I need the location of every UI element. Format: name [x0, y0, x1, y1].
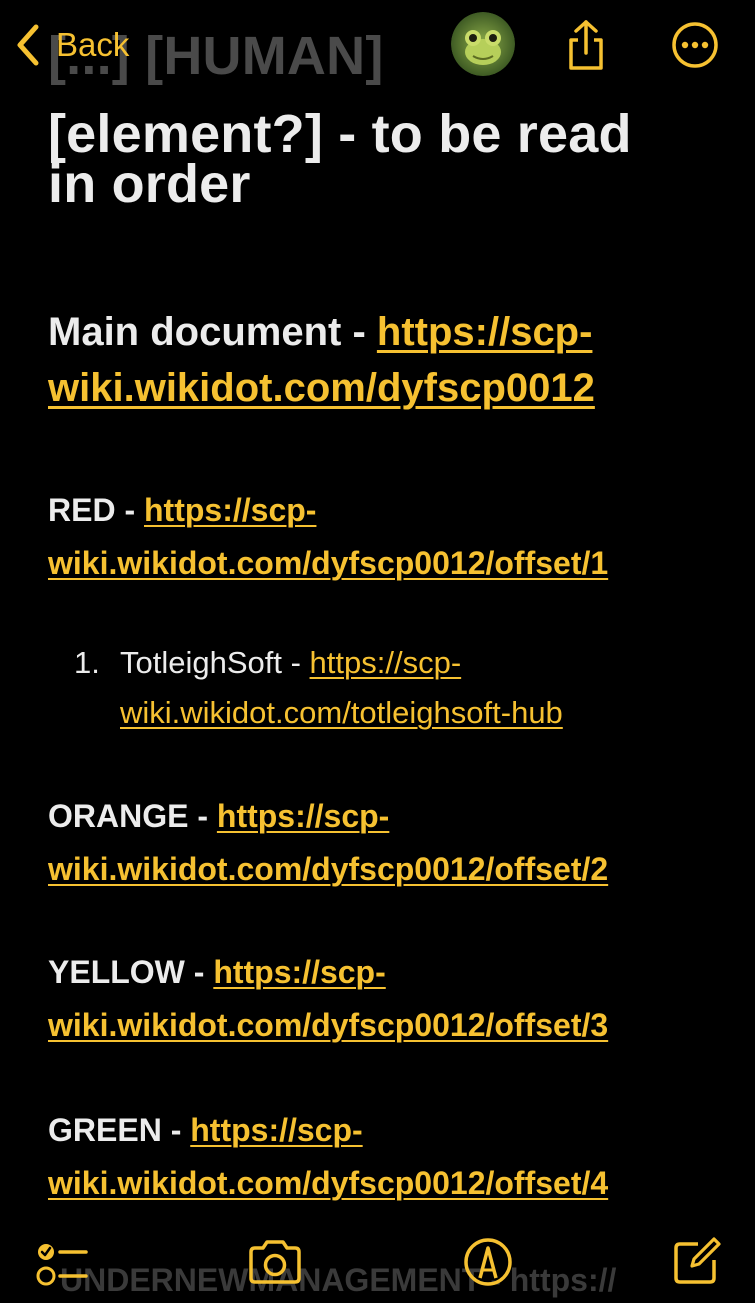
share-icon[interactable]	[561, 18, 611, 72]
section-orange-label: ORANGE -	[48, 798, 217, 834]
list-item-number: 1.	[74, 645, 100, 680]
section-green-label: GREEN -	[48, 1112, 191, 1148]
bottom-toolbar	[0, 1222, 755, 1303]
list-item: 1. TotleighSoft - https://scp-wiki.wikid…	[74, 638, 714, 738]
note-title-line: in order	[48, 154, 251, 214]
list-item-label: TotleighSoft -	[120, 645, 310, 680]
section-yellow-label: YELLOW -	[48, 954, 214, 990]
section-orange: ORANGE - https://scp-wiki.wikidot.com/dy…	[48, 790, 738, 896]
camera-icon[interactable]	[247, 1234, 303, 1290]
avatar[interactable]	[451, 12, 515, 76]
frog-avatar-icon	[451, 12, 515, 76]
section-red: RED - https://scp-wiki.wikidot.com/dyfsc…	[48, 484, 738, 590]
navigation-bar: Back	[0, 0, 755, 92]
main-document-heading: Main document - https://scp-wiki.wikidot…	[48, 304, 728, 416]
back-button[interactable]: Back	[14, 20, 129, 70]
main-document-label: Main document -	[48, 310, 377, 354]
section-yellow: YELLOW - https://scp-wiki.wikidot.com/dy…	[48, 946, 738, 1052]
checklist-icon[interactable]	[34, 1234, 90, 1290]
note-body[interactable]: [...] [HUMAN] [element?] - to be read in…	[0, 0, 755, 1303]
chevron-left-icon	[17, 24, 39, 66]
section-green: GREEN - https://scp-wiki.wikidot.com/dyf…	[48, 1104, 738, 1210]
markup-pen-icon[interactable]	[460, 1234, 516, 1290]
ellipsis-circle-icon[interactable]	[670, 20, 720, 70]
section-red-label: RED -	[48, 492, 144, 528]
back-label: Back	[56, 26, 130, 63]
compose-icon[interactable]	[668, 1234, 724, 1290]
